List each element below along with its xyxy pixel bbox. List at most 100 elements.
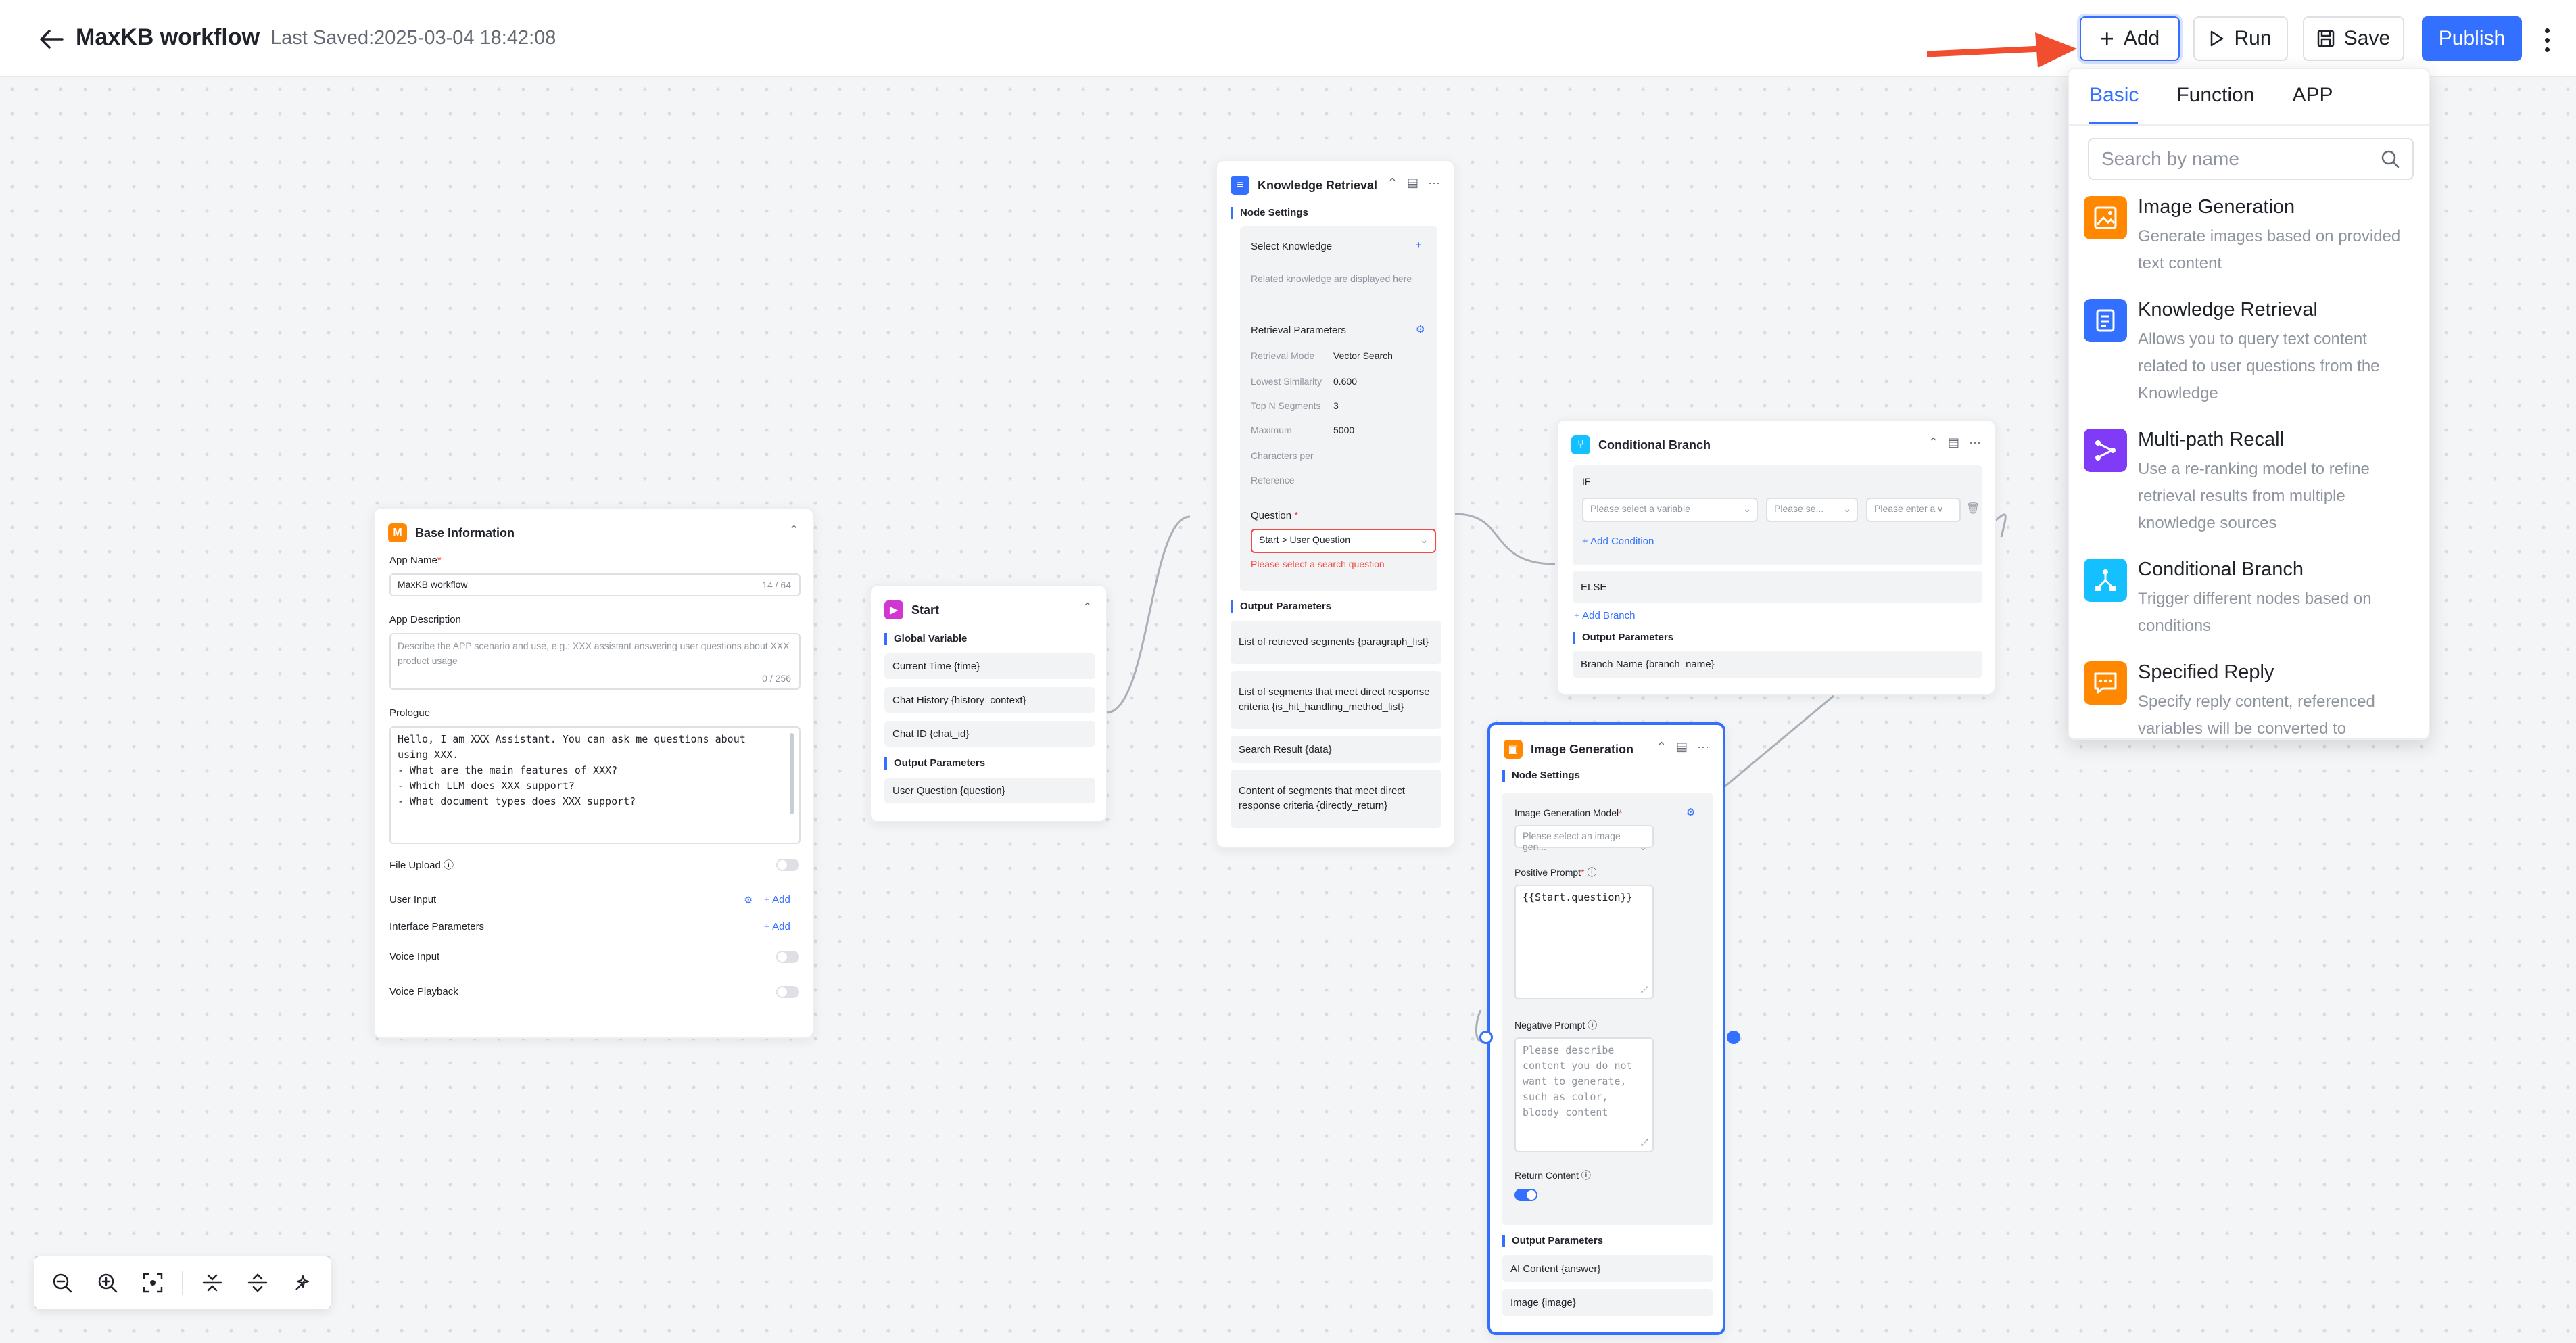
tab-function[interactable]: Function	[2176, 84, 2254, 107]
page-title: MaxKB workflow	[76, 24, 260, 50]
list-item[interactable]: Knowledge Retrieval Allows you to query …	[2084, 299, 2415, 414]
conditional-branch-icon	[2084, 559, 2127, 602]
conditional-branch-node[interactable]: ⑂ Conditional Branch ⌃ ▤ ··· IF Please s…	[1556, 419, 1996, 695]
info-icon: ⓘ	[1588, 1020, 1598, 1031]
collapse-all-icon[interactable]	[197, 1267, 229, 1299]
app-name-input[interactable]: MaxKB workflow 14 / 64	[389, 573, 801, 596]
start-node[interactable]: ▶ Start ⌃ Global Variable Current Time {…	[869, 584, 1107, 822]
chevron-down-icon: ⌄	[1843, 503, 1851, 514]
condition-operator-select[interactable]: Please se... ⌄	[1766, 498, 1858, 522]
list-item[interactable]: Multi-path Recall Use a re-ranking model…	[2084, 429, 2415, 544]
list-item: Chat History {history_context}	[884, 687, 1095, 713]
tab-app[interactable]: APP	[2292, 84, 2333, 107]
base-information-node[interactable]: M Base Information ⌃ App Name* MaxKB wor…	[373, 507, 814, 1039]
return-content-toggle[interactable]	[1514, 1189, 1537, 1201]
file-upload-toggle[interactable]	[776, 859, 799, 871]
list-item[interactable]: Image Generation Generate images based o…	[2084, 196, 2415, 284]
voice-input-toggle[interactable]	[776, 951, 799, 963]
list-item: List of retrieved segments {paragraph_li…	[1231, 621, 1441, 664]
last-saved-text: Last Saved:2025-03-04 18:42:08	[270, 27, 556, 49]
chevron-down-icon: ⌄	[1420, 534, 1428, 545]
info-icon: ⓘ	[1581, 1170, 1591, 1181]
voice-playback-toggle[interactable]	[776, 986, 799, 998]
add-condition-button[interactable]: + Add Condition	[1582, 536, 1654, 547]
more-icon[interactable]: ···	[1969, 435, 1981, 450]
canvas-toolbar	[34, 1256, 331, 1309]
settings-panel: Select Knowledge + Related knowledge are…	[1240, 226, 1437, 591]
tab-basic[interactable]: Basic	[2089, 84, 2139, 107]
image-generation-node[interactable]: ▣ Image Generation ⌃ ▤ ··· Node Settings…	[1487, 722, 1725, 1335]
settings-icon[interactable]: ⚙	[1416, 323, 1425, 335]
delete-icon[interactable]: 🗑	[1966, 502, 1980, 515]
condition-value-input[interactable]: Please enter a v	[1866, 498, 1961, 522]
gear-icon[interactable]: ⚙	[744, 894, 753, 906]
list-item[interactable]: Specified Reply Specify reply content, r…	[2084, 661, 2415, 738]
collapse-icon[interactable]: ⌃	[1928, 435, 1938, 450]
settings-panel: Image Generation Model* ⚙ Please select …	[1502, 793, 1713, 1225]
input-port[interactable]	[1479, 1031, 1493, 1044]
list-item: Chat ID {chat_id}	[884, 721, 1095, 747]
question-select[interactable]: Start > User Question ⌄	[1251, 529, 1436, 553]
list-item: Image {image}	[1502, 1289, 1713, 1316]
collapse-icon[interactable]: ⌃	[1656, 740, 1667, 754]
search-input[interactable]: Search by name	[2088, 138, 2414, 180]
expand-all-icon[interactable]	[242, 1267, 274, 1299]
save-icon	[2317, 30, 2335, 47]
interface-params-add-button[interactable]: + Add	[764, 921, 790, 933]
more-menu-icon[interactable]	[2537, 23, 2557, 57]
publish-button[interactable]: Publish	[2422, 16, 2522, 61]
chevron-down-icon: ⌄	[1743, 503, 1751, 514]
output-port[interactable]	[1727, 1031, 1740, 1044]
condition-variable-select[interactable]: Please select a variable ⌄	[1582, 498, 1758, 522]
list-item: Branch Name {branch_name}	[1573, 651, 1982, 678]
more-icon[interactable]: ···	[1428, 176, 1440, 190]
user-input-add-button[interactable]: + Add	[764, 894, 790, 905]
log-icon[interactable]: ▤	[1676, 740, 1688, 754]
knowledge-retrieval-icon	[2084, 299, 2127, 342]
add-button[interactable]: + Add	[2080, 16, 2180, 61]
top-bar: MaxKB workflow Last Saved:2025-03-04 18:…	[0, 0, 2576, 77]
zoom-out-icon[interactable]	[46, 1267, 78, 1299]
run-button[interactable]: Run	[2193, 16, 2288, 61]
log-icon[interactable]: ▤	[1948, 435, 1959, 450]
search-icon	[2381, 150, 2400, 168]
branch-icon: ⑂	[1571, 435, 1590, 454]
info-icon: ⓘ	[444, 859, 454, 871]
add-branch-button[interactable]: + Add Branch	[1574, 610, 1636, 621]
knowledge-retrieval-node[interactable]: ≡ Knowledge Retrieval ⌃ ▤ ··· Node Setti…	[1216, 160, 1455, 848]
list-item: Content of segments that meet direct res…	[1231, 770, 1441, 828]
fit-view-icon[interactable]	[137, 1267, 168, 1299]
save-button[interactable]: Save	[2303, 16, 2404, 61]
prologue-input[interactable]: Hello, I am XXX Assistant. You can ask m…	[389, 726, 801, 844]
back-arrow-icon[interactable]	[35, 23, 68, 55]
model-select[interactable]: Please select an image gen... ⌄	[1514, 825, 1654, 852]
app-description-input[interactable]: Describe the APP scenario and use, e.g.:…	[389, 633, 801, 690]
play-icon	[2211, 30, 2224, 47]
if-branch-panel: IF Please select a variable ⌄ Please se..…	[1573, 465, 1982, 565]
collapse-icon[interactable]: ⌃	[1082, 600, 1093, 615]
annotation-arrow-icon	[1927, 32, 2077, 68]
log-icon[interactable]: ▤	[1407, 176, 1418, 190]
negative-prompt-input[interactable]: Please describe content you do not want …	[1514, 1037, 1654, 1152]
image-gen-icon: ▣	[1504, 740, 1523, 759]
collapse-icon[interactable]: ⌃	[1387, 176, 1398, 190]
list-item: User Question {question}	[884, 778, 1095, 803]
add-knowledge-button[interactable]: +	[1416, 239, 1422, 251]
else-branch: ELSE	[1573, 571, 1982, 603]
settings-icon[interactable]: ⚙	[1686, 806, 1695, 818]
more-icon[interactable]: ···	[1697, 740, 1709, 754]
list-item: AI Content {answer}	[1502, 1255, 1713, 1282]
start-icon: ▶	[884, 600, 903, 619]
auto-layout-icon[interactable]	[287, 1267, 319, 1299]
list-item: Search Result {data}	[1231, 736, 1441, 763]
collapse-icon[interactable]: ⌃	[789, 523, 799, 538]
scrollbar[interactable]	[790, 733, 794, 814]
knowledge-icon: ≡	[1231, 176, 1249, 195]
zoom-in-icon[interactable]	[91, 1267, 123, 1299]
base-info-icon: M	[388, 523, 407, 542]
positive-prompt-input[interactable]: {{Start.question}} ⤢	[1514, 885, 1654, 999]
expand-icon[interactable]: ⤢	[1641, 984, 1648, 995]
image-generation-icon	[2084, 196, 2127, 239]
list-item[interactable]: Conditional Branch Trigger different nod…	[2084, 559, 2415, 646]
expand-icon[interactable]: ⤢	[1641, 1137, 1648, 1148]
